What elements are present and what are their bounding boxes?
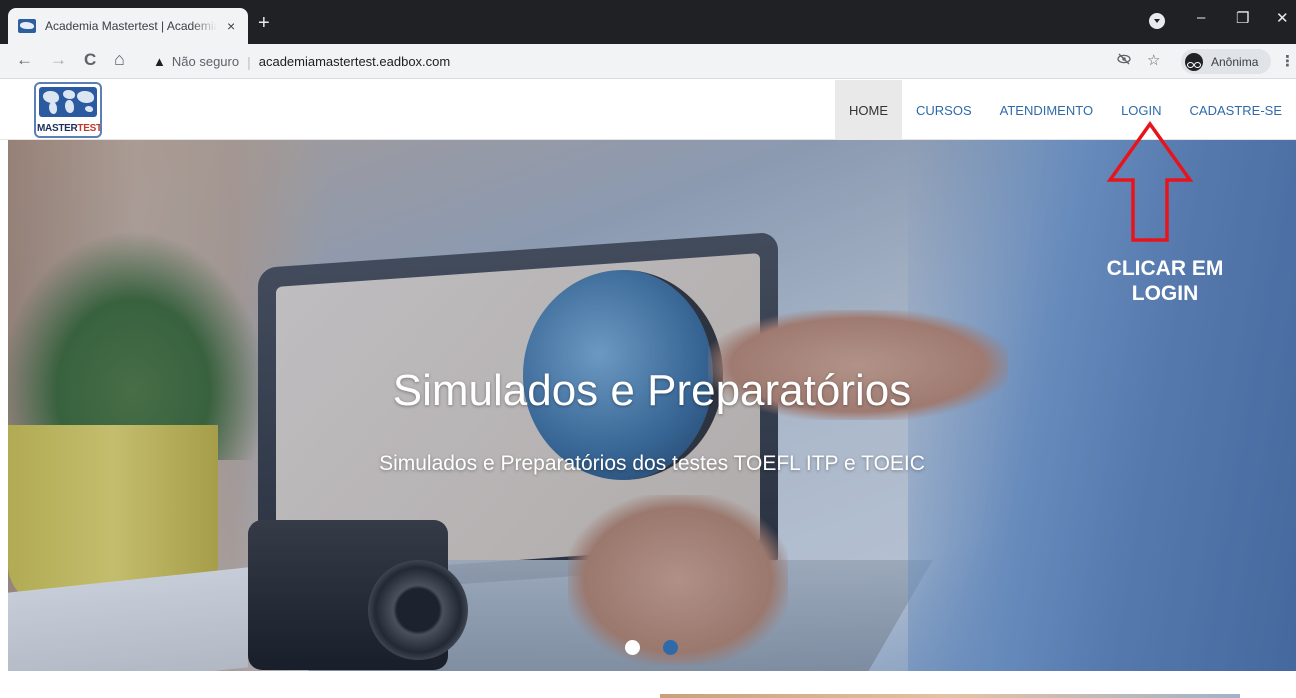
reload-icon[interactable]: C [84,50,96,70]
carousel-dot-1[interactable] [625,640,640,655]
home-icon[interactable]: ⌂ [114,49,125,70]
minimize-icon[interactable]: – [1197,9,1205,26]
red-arrow-shape [1106,120,1194,242]
next-section-image-edge [660,694,1240,698]
site-favicon-icon [18,19,36,33]
eye-off-glyph [1117,53,1131,65]
tab-search-icon[interactable] [1149,13,1165,29]
address-separator: | [247,53,251,70]
hero-subtitle: Simulados e Preparatórios dos testes TOE… [379,452,925,475]
security-label[interactable]: Não seguro [172,54,239,69]
close-window-icon[interactable]: ✕ [1276,9,1289,27]
nav-cursos[interactable]: CURSOS [902,80,986,140]
warning-icon[interactable]: ▲ [153,54,166,69]
new-tab-button[interactable]: + [258,12,270,35]
annotation-line-1: CLICAR EM [1106,257,1224,280]
browser-menu-icon[interactable]: ⋮ [1280,52,1295,70]
forward-arrow-icon[interactable]: → [50,50,67,70]
restore-icon[interactable]: ❐ [1236,9,1249,27]
bookmark-star-icon[interactable]: ☆ [1147,51,1160,69]
site-logo[interactable]: MASTERTEST [34,82,102,138]
browser-toolbar: ← → C ⌂ ▲ Não seguro | academiamastertes… [0,44,1296,79]
carousel-dot-2[interactable] [663,640,678,655]
incognito-profile-button[interactable]: Anônima [1181,49,1271,74]
url-text[interactable]: academiamastertest.eadbox.com [259,54,450,69]
logo-text: MASTERTEST [37,123,102,134]
main-nav: HOME CURSOS ATENDIMENTO LOGIN CADASTRE-S… [835,80,1296,140]
browser-tab[interactable]: Academia Mastertest | Academia × [8,8,248,44]
back-arrow-icon[interactable]: ← [16,50,33,70]
browser-titlebar: Academia Mastertest | Academia × + – ❐ ✕ [0,0,1296,44]
close-tab-icon[interactable]: × [227,18,235,34]
annotation-text: CLICAR EM LOGIN [1060,256,1270,306]
hero-title: Simulados e Preparatórios [392,366,912,415]
world-map-icon [39,87,97,117]
annotation-line-2: LOGIN [1131,282,1199,305]
nav-atendimento[interactable]: ATENDIMENTO [986,80,1107,140]
nav-home[interactable]: HOME [835,80,903,140]
tab-title: Academia Mastertest | Academia [45,19,217,33]
red-arrow-annotation [1106,120,1194,242]
profile-label: Anônima [1211,54,1259,69]
eye-off-icon[interactable] [1117,53,1131,68]
incognito-icon [1185,52,1203,71]
